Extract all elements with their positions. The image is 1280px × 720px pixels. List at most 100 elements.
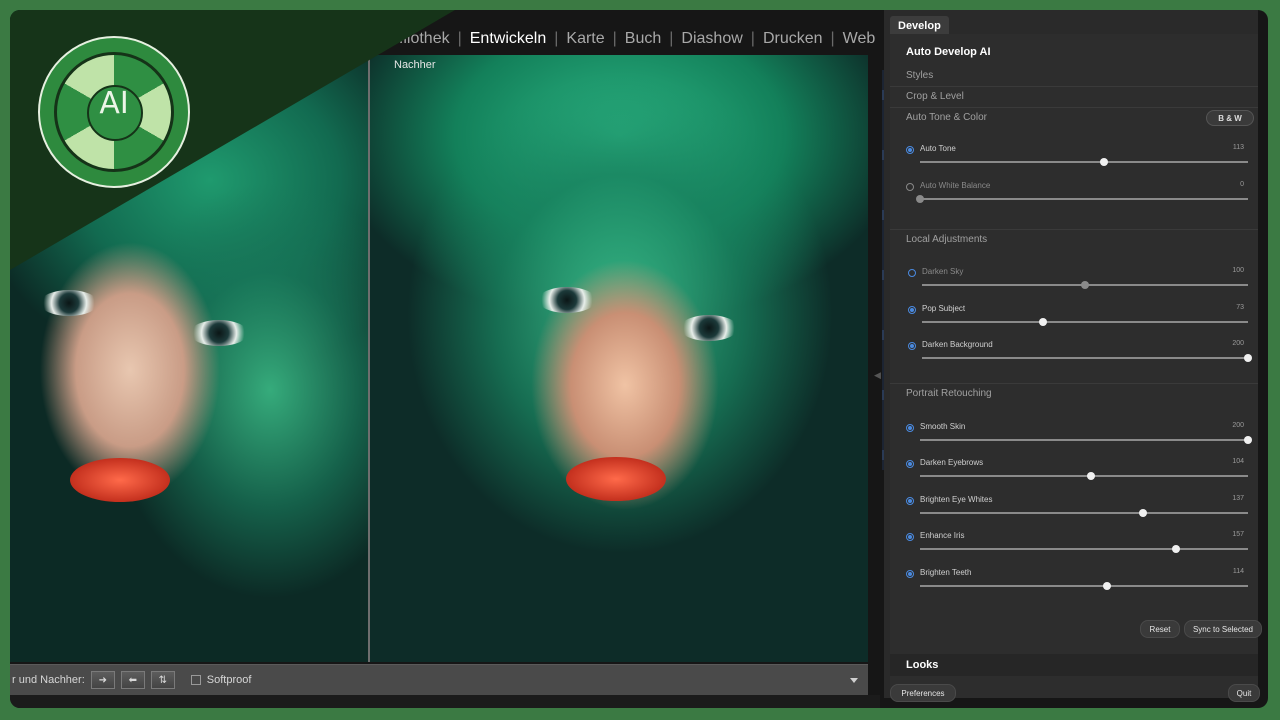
softproof-checkbox[interactable] [190,675,201,685]
darken-background-radio[interactable] [908,342,916,350]
after-lips [566,457,666,501]
nav-drucken[interactable]: Drucken [763,30,823,48]
darken-eyebrows-label: Darken Eyebrows [920,458,984,467]
auto-tone-value: 113 [1232,144,1244,151]
looks-title: Looks [906,659,939,671]
nav-separator: | [612,30,617,47]
section-auto-tone-color[interactable]: Auto Tone & Color [906,112,987,123]
enhance-iris-slider[interactable]: Enhance Iris 157 [890,531,1258,573]
preferences-button[interactable]: Preferences [890,684,956,702]
nav-karte[interactable]: Karte [566,30,604,48]
arrow-right-icon: ➜ [98,674,107,686]
darken-eyebrows-slider[interactable]: Darken Eyebrows 104 [890,458,1258,500]
ai-logo: AI [38,36,190,188]
brighten-eye-whites-knob[interactable] [1139,509,1148,517]
auto-tone-knob[interactable] [1099,158,1108,166]
auto-wb-slider[interactable]: Auto White Balance 0 [890,181,1258,223]
divider [890,107,1258,108]
brighten-eye-whites-value: 137 [1232,495,1244,502]
darken-sky-radio[interactable] [908,269,916,277]
darken-background-slider[interactable]: Darken Background 200 [890,340,1258,382]
enhance-iris-value: 157 [1232,531,1244,538]
smooth-skin-value: 200 [1232,422,1244,429]
swap-settings-button[interactable]: ➜ [90,671,115,689]
pop-subject-radio[interactable] [908,306,916,314]
auto-tone-label: Auto Tone [920,144,956,153]
section-local-adjustments[interactable]: Local Adjustments [906,234,987,245]
swap-views-button[interactable]: ⇅ [150,671,175,689]
auto-wb-knob[interactable] [916,195,924,203]
nav-buch[interactable]: Buch [625,30,661,48]
darken-sky-label: Darken Sky [922,267,964,276]
pop-subject-track[interactable] [922,318,1248,326]
brighten-teeth-slider[interactable]: Brighten Teeth 114 [890,568,1258,610]
arrow-left-icon: ⬅ [128,674,137,686]
chevron-down-icon[interactable] [850,677,858,683]
compare-toolbar: r und Nachher: ➜ ⬅ ⇅ Softproof [10,664,868,695]
brighten-teeth-track[interactable] [920,582,1248,590]
auto-tone-slider[interactable]: Auto Tone 113 [890,144,1258,186]
auto-wb-radio[interactable] [906,183,914,191]
nav-web[interactable]: Web [843,30,876,48]
darken-sky-knob[interactable] [1081,281,1089,289]
compare-label: r und Nachher: [12,674,85,686]
darken-eyebrows-track[interactable] [920,472,1248,480]
nav-separator: | [554,30,559,47]
enhance-iris-label: Enhance Iris [920,531,965,540]
sync-to-selected-button[interactable]: Sync to Selected [1184,620,1262,638]
brighten-eye-whites-radio[interactable] [906,497,914,505]
panel-collapse-icon[interactable]: ◀ [874,370,881,381]
divider [890,383,1258,384]
darken-sky-slider[interactable]: Darken Sky 100 [890,267,1258,309]
auto-wb-label: Auto White Balance [920,181,991,190]
darken-eyebrows-radio[interactable] [906,460,914,468]
copy-settings-button[interactable]: ⬅ [120,671,145,689]
darken-background-track[interactable] [922,354,1252,362]
develop-panel: Develop Auto Develop AI Styles Crop & Le… [884,10,1262,702]
section-portrait-retouching[interactable]: Portrait Retouching [906,388,992,399]
nav-separator: | [750,30,755,47]
darken-background-knob[interactable] [1244,354,1252,362]
brighten-teeth-knob[interactable] [1102,582,1111,590]
smooth-skin-knob[interactable] [1244,436,1252,444]
looks-section[interactable]: Looks [890,654,1258,676]
tab-develop[interactable]: Develop [890,16,949,36]
before-lips [70,458,170,502]
darken-sky-track[interactable] [922,281,1248,289]
smooth-skin-radio[interactable] [906,424,914,432]
divider [890,229,1258,230]
pop-subject-value: 73 [1236,304,1244,311]
divider [890,86,1258,87]
swap-icon: ⇅ [158,674,167,686]
quit-button[interactable]: Quit [1228,684,1260,702]
darken-sky-value: 100 [1232,267,1244,274]
smooth-skin-label: Smooth Skin [920,422,966,431]
reset-button[interactable]: Reset [1140,620,1180,638]
smooth-skin-track[interactable] [920,436,1252,444]
nav-diashow[interactable]: Diashow [681,30,742,48]
nav-entwickeln[interactable]: Entwickeln [470,30,546,48]
auto-tone-track[interactable] [920,158,1248,166]
brighten-teeth-value: 114 [1232,568,1244,575]
darken-background-value: 200 [1232,340,1244,347]
pop-subject-knob[interactable] [1038,318,1047,326]
section-crop-level[interactable]: Crop & Level [906,91,964,102]
filmstrip-handle[interactable] [10,695,880,708]
auto-tone-radio[interactable] [906,146,914,154]
brighten-teeth-radio[interactable] [906,570,914,578]
enhance-iris-track[interactable] [920,545,1248,553]
before-eye-left [40,290,98,316]
darken-eyebrows-knob[interactable] [1086,472,1095,480]
brighten-eye-whites-track[interactable] [920,509,1248,517]
before-eye-right [190,320,248,346]
brighten-eye-whites-label: Brighten Eye Whites [920,495,993,504]
module-nav: ...liothek | Entwickeln | Karte | Buch |… [390,24,906,54]
logo-text: AI [99,86,129,121]
section-styles[interactable]: Styles [906,70,933,81]
bw-button[interactable]: B & W [1206,110,1254,126]
auto-wb-track[interactable] [916,195,1248,203]
enhance-iris-knob[interactable] [1171,545,1180,553]
enhance-iris-radio[interactable] [906,533,914,541]
darken-eyebrows-value: 104 [1232,458,1244,465]
nav-separator: | [457,30,462,47]
